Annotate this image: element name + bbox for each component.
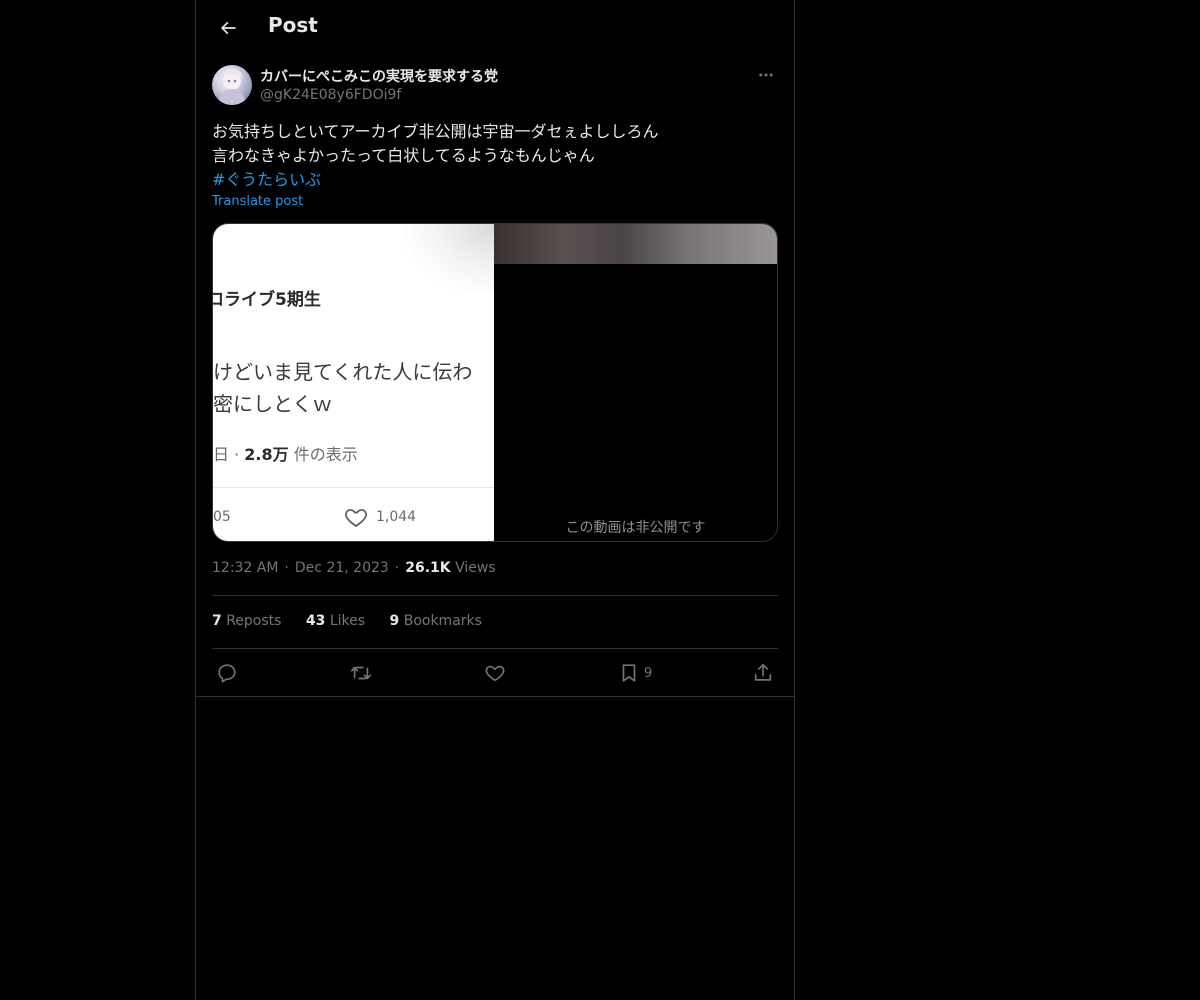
reposts-count: 7 [212, 613, 222, 629]
divider [212, 648, 778, 649]
post-media: ロライブ5期生 けどいま見てくれた人に伝わ 密にしとくｗ 日 · 2.8万 件の… [212, 223, 778, 542]
image-shading [404, 224, 494, 294]
more-options-button[interactable] [754, 65, 778, 85]
like-button[interactable] [484, 661, 506, 685]
screenshot-views: 日 · 2.8万 件の表示 [213, 441, 358, 465]
arrow-left-icon [220, 21, 236, 35]
screenshot-count: 05 [213, 509, 231, 525]
views-label: Views [455, 560, 496, 576]
more-horizontal-icon [759, 73, 773, 77]
reposts-label: Reposts [226, 613, 282, 629]
post-author: カバーにぺこみこの実現を要求する党 @gK24E08y6FDOi9f [212, 65, 778, 107]
bookmark-icon [622, 664, 636, 682]
author-handle[interactable]: @gK24E08y6FDOi9f [260, 87, 401, 103]
likes-count: 43 [305, 613, 326, 629]
page-title: Post [268, 13, 318, 37]
screenshot-divider [213, 487, 494, 488]
media-video[interactable]: この動画は非公開です [494, 224, 777, 541]
meta-separator: · [394, 560, 400, 576]
reply-button[interactable] [216, 661, 238, 685]
divider [212, 595, 778, 596]
repost-button[interactable] [350, 661, 372, 685]
page-header: Post [196, 0, 794, 55]
screenshot-views-suffix: 件の表示 [288, 445, 358, 464]
screenshot-views-prefix: 日 · [213, 445, 245, 464]
reply-icon [218, 664, 236, 683]
heart-icon [485, 665, 505, 682]
likes-label: Likes [329, 613, 366, 629]
primary-column: Post カバーにぺこみこの実現を要求する党 @gK24E08y6FDOi9f … [195, 0, 795, 1000]
repost-icon [351, 666, 371, 680]
author-display-name[interactable]: カバーにぺこみこの実現を要求する党 [260, 66, 498, 86]
screenshot-views-count: 2.8万 [244, 445, 289, 464]
avatar[interactable] [212, 65, 252, 105]
post-actions: 9 [196, 650, 794, 696]
screenshot-text-line: けどいま見てくれた人に伝わ [213, 360, 473, 384]
reposts-stat[interactable]: 7 Reposts [212, 613, 281, 629]
share-icon [754, 663, 772, 681]
post-stats: 7 Reposts 43 Likes 9 Bookmarks [212, 613, 502, 629]
share-button[interactable] [752, 661, 774, 685]
post-text: お気持ちしといてアーカイブ非公開は宇宙一ダセぇよししろん 言わなきゃよかったって… [212, 120, 778, 192]
translate-post-link[interactable]: Translate post [212, 194, 303, 209]
bookmark-button[interactable]: 9 [618, 661, 652, 685]
bookmarks-label: Bookmarks [403, 613, 482, 629]
bookmark-count: 9 [644, 665, 653, 681]
meta-separator: · [284, 560, 289, 576]
back-button[interactable] [212, 12, 244, 44]
heart-icon [345, 509, 367, 528]
media-image-screenshot[interactable]: ロライブ5期生 けどいま見てくれた人に伝わ 密にしとくｗ 日 · 2.8万 件の… [213, 224, 494, 541]
post-time[interactable]: 12:32 AM [212, 560, 278, 576]
avatar-image [218, 68, 246, 105]
divider [196, 696, 794, 697]
bookmarks-stat[interactable]: 9 Bookmarks [390, 613, 482, 629]
views-count: 26.1K [405, 560, 451, 576]
screenshot-name: ロライブ5期生 [213, 290, 321, 310]
post-text-line: 言わなきゃよかったって白状してるようなもんじゃん [212, 146, 595, 165]
likes-stat[interactable]: 43 Likes [306, 613, 365, 629]
hashtag-link[interactable]: #ぐうたらいぶ [212, 168, 778, 192]
post-text-line: お気持ちしといてアーカイブ非公開は宇宙一ダセぇよししろん [212, 122, 659, 141]
screenshot-text-line: 密にしとくｗ [213, 392, 333, 416]
screenshot-likes: 1,044 [376, 509, 417, 525]
bookmarks-count: 9 [389, 613, 400, 629]
video-private-notice: この動画は非公開です [565, 520, 706, 536]
post-meta: 12:32 AM · Dec 21, 2023 · 26.1K Views [212, 560, 496, 576]
post-date[interactable]: Dec 21, 2023 [295, 560, 389, 576]
video-thumbnail-strip [494, 224, 777, 264]
